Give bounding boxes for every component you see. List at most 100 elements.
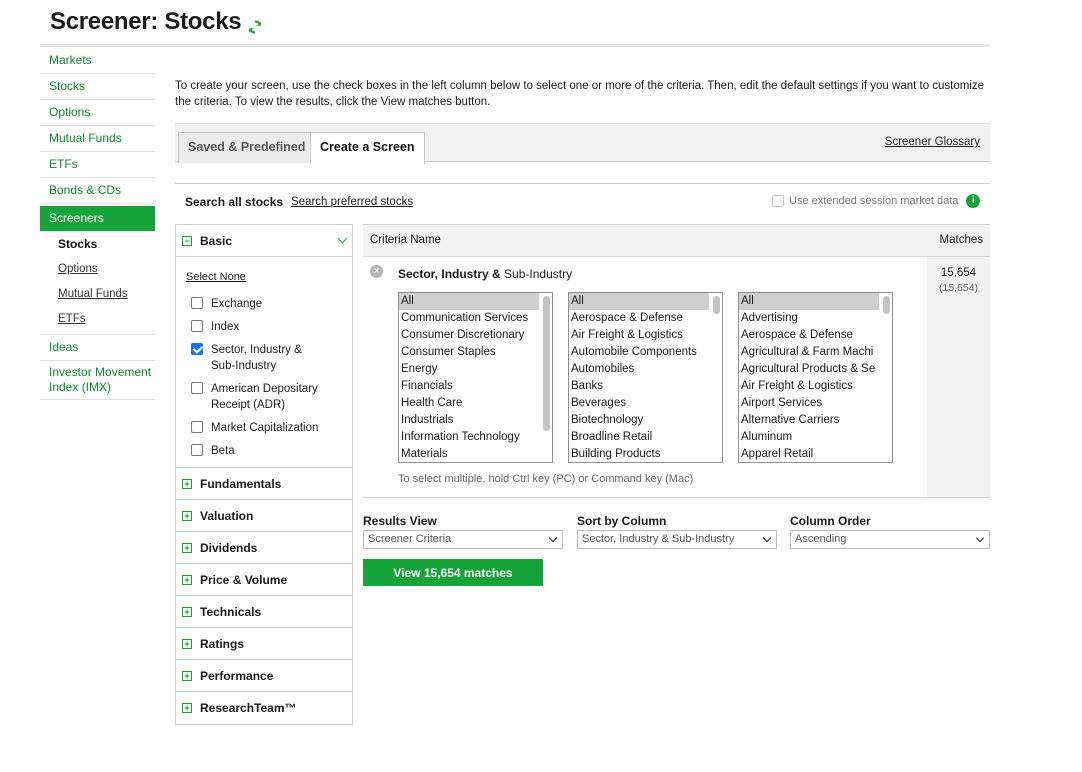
listbox-option[interactable]: Industrials: [399, 412, 539, 429]
listbox-option[interactable]: Biotechnology: [569, 412, 709, 429]
listbox-option[interactable]: Banks: [569, 378, 709, 395]
category-researchteam[interactable]: + ResearchTeam™: [176, 692, 352, 724]
nav-item-stocks[interactable]: Stocks: [40, 74, 155, 100]
remove-criteria-icon[interactable]: ×: [370, 265, 383, 278]
search-preferred-stocks-link[interactable]: Search preferred stocks: [291, 196, 413, 208]
criteria-panel: − Basic Select None Exchange Index Secto…: [175, 224, 353, 725]
listbox-option[interactable]: Air Freight & Logistics: [739, 378, 879, 395]
listbox-option[interactable]: Aerospace & Defense: [739, 327, 879, 344]
results-view-select[interactable]: Screener Criteria: [363, 530, 563, 549]
category-valuation[interactable]: + Valuation: [176, 500, 352, 532]
category-label: Fundamentals: [200, 476, 282, 491]
column-order-select[interactable]: Ascending: [790, 530, 990, 549]
nav-item-etfs[interactable]: ETFs: [40, 152, 155, 178]
index-checkbox[interactable]: [191, 320, 203, 332]
criteria-option-adr[interactable]: American Depositary Receipt (ADR): [186, 381, 352, 413]
category-dividends[interactable]: + Dividends: [176, 532, 352, 564]
industry-listbox[interactable]: All Aerospace & Defense Air Freight & Logi…: [568, 292, 723, 463]
nav-sub-mutual-funds[interactable]: Mutual Funds: [40, 282, 155, 307]
listbox-option[interactable]: Consumer Staples: [399, 344, 539, 361]
sector-industry-checkbox[interactable]: [191, 343, 203, 355]
listbox-option[interactable]: Financials: [399, 378, 539, 395]
listbox-option[interactable]: Air Freight & Logistics: [569, 327, 709, 344]
sub-industry-listbox[interactable]: All Advertising Aerospace & Defense Agricul…: [738, 292, 893, 463]
criteria-option-beta[interactable]: Beta: [186, 443, 352, 459]
criteria-option-index[interactable]: Index: [186, 319, 352, 335]
listbox-option[interactable]: Agricultural & Farm Machi: [739, 344, 879, 361]
listbox-option[interactable]: Agricultural Products & Se: [739, 361, 879, 378]
listbox-option[interactable]: Aluminum: [739, 429, 879, 446]
nav-item-mutual-funds[interactable]: Mutual Funds: [40, 126, 155, 152]
minus-icon: −: [182, 235, 192, 246]
view-matches-button[interactable]: View 15,654 matches: [363, 559, 543, 586]
exchange-checkbox[interactable]: [191, 297, 203, 309]
listbox-option[interactable]: Building Products: [569, 446, 709, 462]
select-none-link[interactable]: Select None: [186, 271, 246, 283]
category-performance[interactable]: + Performance: [176, 660, 352, 692]
beta-checkbox[interactable]: [191, 444, 203, 456]
tab-saved-predefined[interactable]: Saved & Predefined: [178, 132, 316, 163]
search-all-stocks[interactable]: Search all stocks: [185, 195, 283, 209]
scrollbar-thumb[interactable]: [543, 296, 550, 431]
sort-column-label: Sort by Column: [577, 514, 667, 528]
criteria-option-sector-industry[interactable]: Sector, Industry & Sub-Industry: [186, 342, 352, 374]
refresh-icon[interactable]: [247, 14, 263, 34]
extended-session-checkbox[interactable]: [772, 195, 784, 207]
results-view-value: Screener Criteria: [368, 533, 452, 545]
category-label: Ratings: [200, 636, 245, 651]
nav-item-options[interactable]: Options: [40, 100, 155, 126]
listbox-option[interactable]: Airport Services: [739, 395, 879, 412]
nav-item-ideas[interactable]: Ideas: [40, 335, 155, 361]
chevron-down-icon: [548, 533, 558, 543]
category-price-volume[interactable]: + Price & Volume: [176, 564, 352, 596]
listbox-option[interactable]: Alternative Carriers: [739, 412, 879, 429]
listbox-option[interactable]: Information Technology: [399, 429, 539, 446]
category-basic[interactable]: − Basic: [176, 225, 352, 257]
listbox-option[interactable]: Energy: [399, 361, 539, 378]
category-technicals[interactable]: + Technicals: [176, 596, 352, 628]
nav-item-imx[interactable]: Investor Movement Index (IMX): [40, 361, 155, 400]
listbox-option[interactable]: Apparel Retail: [739, 446, 879, 462]
listbox-option[interactable]: Broadline Retail: [569, 429, 709, 446]
listbox-option[interactable]: Health Care: [399, 395, 539, 412]
column-header-criteria-name: Criteria Name: [370, 234, 441, 246]
listbox-option[interactable]: Automobile Components: [569, 344, 709, 361]
criteria-option-exchange[interactable]: Exchange: [186, 296, 352, 312]
scrollbar-thumb[interactable]: [713, 296, 720, 314]
sector-listbox[interactable]: All Communication Services Consumer Discre…: [398, 292, 553, 463]
extended-session-label: Use extended session market data: [789, 195, 959, 207]
listbox-option[interactable]: Materials: [399, 446, 539, 462]
listbox-option[interactable]: Consumer Discretionary: [399, 327, 539, 344]
listbox-option[interactable]: All: [739, 293, 879, 310]
listbox-option[interactable]: Beverages: [569, 395, 709, 412]
criteria-option-market-cap[interactable]: Market Capitalization: [186, 420, 352, 436]
category-fundamentals[interactable]: + Fundamentals: [176, 468, 352, 500]
listbox-option[interactable]: All: [399, 293, 539, 310]
market-cap-checkbox[interactable]: [191, 421, 203, 433]
nav-sub-stocks[interactable]: Stocks: [40, 232, 155, 257]
nav-sub-etfs[interactable]: ETFs: [40, 307, 155, 332]
listbox-option[interactable]: Automobiles: [569, 361, 709, 378]
listbox-option[interactable]: Aerospace & Defense: [569, 310, 709, 327]
adr-checkbox[interactable]: [191, 382, 203, 394]
matches-cell: 15,654 (15,654): [927, 257, 990, 497]
scrollbar-thumb[interactable]: [883, 296, 890, 314]
screener-glossary-link[interactable]: Screener Glossary: [885, 136, 980, 148]
nav-item-screeners[interactable]: Screeners: [40, 206, 155, 232]
tab-create-screen[interactable]: Create a Screen: [310, 132, 425, 164]
listbox-option[interactable]: All: [569, 293, 709, 310]
criteria-option-label: Market Capitalization: [211, 422, 319, 434]
left-nav: Markets Stocks Options Mutual Funds ETFs…: [40, 48, 155, 400]
listbox-option[interactable]: Communication Services: [399, 310, 539, 327]
column-order-label: Column Order: [790, 514, 871, 528]
listbox-option[interactable]: Advertising: [739, 310, 879, 327]
nav-item-bonds-cds[interactable]: Bonds & CDs: [40, 178, 155, 204]
info-icon[interactable]: i: [966, 194, 981, 208]
nav-item-markets[interactable]: Markets: [40, 48, 155, 74]
plus-icon: +: [182, 638, 192, 649]
chevron-down-icon: [975, 533, 985, 543]
nav-sub-options[interactable]: Options: [40, 257, 155, 282]
sort-column-select[interactable]: Sector, Industry & Sub-Industry: [577, 530, 777, 549]
category-ratings[interactable]: + Ratings: [176, 628, 352, 660]
title-divider: [40, 44, 990, 47]
